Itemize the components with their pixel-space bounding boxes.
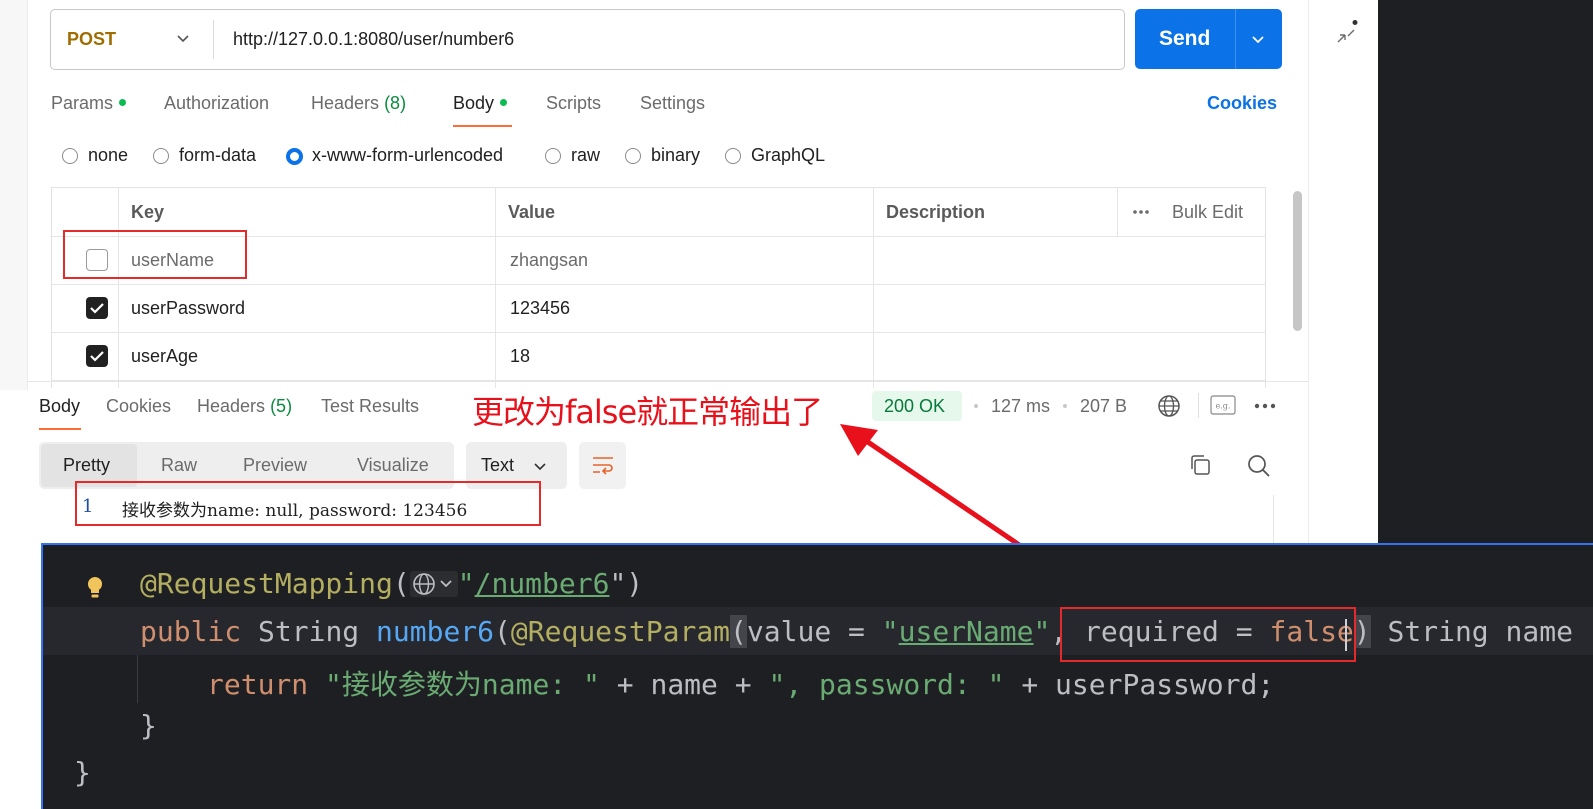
column-header-description: Description <box>886 202 986 222</box>
toolbar-divider <box>1198 393 1199 418</box>
row-value[interactable]: zhangsan <box>510 250 588 271</box>
response-tab-headers[interactable]: Headers (5) <box>197 396 292 417</box>
radio-none[interactable]: none <box>62 145 128 166</box>
response-tab-test-results[interactable]: Test Results <box>321 396 419 417</box>
wrap-lines-button[interactable] <box>579 442 626 489</box>
meta-separator <box>974 404 978 408</box>
row-divider <box>52 284 1265 285</box>
bulk-edit-button[interactable]: Bulk Edit <box>1172 202 1243 223</box>
tab-headers[interactable]: Headers (8) <box>311 93 406 114</box>
highlight-box-username <box>63 230 247 279</box>
radio-graphql[interactable]: GraphQL <box>725 145 825 166</box>
view-mode-pretty[interactable]: Pretty <box>63 455 110 476</box>
url-input[interactable]: http://127.0.0.1:8080/user/number6 <box>233 29 514 50</box>
radio-form-data[interactable]: form-data <box>153 145 256 166</box>
code-line-5[interactable]: } <box>74 756 91 789</box>
column-divider <box>118 188 119 388</box>
radio-icon[interactable] <box>62 148 78 164</box>
code-editor: @RequestMapping("/number6") public Strin… <box>41 543 1593 809</box>
tab-authorization[interactable]: Authorization <box>164 93 269 114</box>
url-divider <box>213 20 214 59</box>
globe-icon[interactable] <box>1157 394 1181 418</box>
code-line-4[interactable]: } <box>140 709 157 742</box>
code-line-3[interactable]: return "接收参数为name: " + name + ", passwor… <box>207 663 1274 703</box>
chevron-down-icon[interactable] <box>1249 30 1267 48</box>
view-mode-preview[interactable]: Preview <box>243 455 307 476</box>
row-value[interactable]: 123456 <box>510 298 570 319</box>
radio-binary[interactable]: binary <box>625 145 700 166</box>
collapse-icon[interactable] <box>1334 20 1360 46</box>
view-mode-raw[interactable]: Raw <box>161 455 197 476</box>
code-line-1[interactable]: @RequestMapping("/number6") <box>140 567 643 600</box>
meta-separator <box>1063 404 1067 408</box>
response-tab-cookies[interactable]: Cookies <box>106 396 171 417</box>
column-divider <box>873 188 874 388</box>
more-options-icon[interactable] <box>1254 403 1276 409</box>
radio-icon[interactable] <box>725 148 741 164</box>
active-tab-indicator <box>453 125 512 127</box>
cookies-link[interactable]: Cookies <box>1207 93 1277 114</box>
tab-scripts[interactable]: Scripts <box>546 93 601 114</box>
tab-body[interactable]: Body <box>453 93 508 114</box>
annotation-text: 更改为false就正常输出了 <box>472 393 823 431</box>
code-close: ") <box>609 567 644 600</box>
checkmark-icon <box>90 351 104 362</box>
radio-icon[interactable] <box>153 148 169 164</box>
view-mode-visualize[interactable]: Visualize <box>357 455 429 476</box>
checkmark-icon <box>90 303 104 314</box>
column-header-value: Value <box>508 202 556 222</box>
radio-x-www-form-urlencoded[interactable]: x-www-form-urlencoded <box>286 145 503 166</box>
left-gutter <box>0 0 28 390</box>
format-label: Text <box>481 455 515 475</box>
active-response-tab-indicator <box>39 428 81 430</box>
params-table: Key Value Description Bulk Edit userName… <box>51 187 1266 388</box>
right-toolbar <box>1308 0 1379 545</box>
radio-raw[interactable]: raw <box>545 145 600 166</box>
search-icon[interactable] <box>1246 453 1272 479</box>
method-select[interactable]: POST <box>67 29 116 50</box>
radio-selected-icon[interactable] <box>286 148 303 165</box>
chevron-down-icon <box>534 463 546 471</box>
column-divider <box>495 188 496 388</box>
tab-params[interactable]: Params <box>51 93 127 114</box>
example-icon[interactable]: e.g. <box>1210 395 1236 415</box>
row-value[interactable]: 18 <box>510 346 530 367</box>
send-button[interactable]: Send <box>1135 9 1282 69</box>
response-scroll-edge <box>1273 495 1274 543</box>
row-checkbox[interactable] <box>86 345 108 367</box>
highlight-box-required-false <box>1060 607 1356 662</box>
highlight-box-response <box>75 481 541 526</box>
copy-icon[interactable] <box>1188 453 1212 477</box>
chevron-down-icon[interactable] <box>175 30 191 46</box>
row-divider <box>52 332 1265 333</box>
row-key[interactable]: userPassword <box>131 298 245 319</box>
send-label: Send <box>1159 27 1211 50</box>
send-divider <box>1235 9 1236 69</box>
column-divider <box>1117 188 1118 236</box>
wrap-icon <box>593 457 613 475</box>
globe-dropdown-icon[interactable] <box>409 571 458 597</box>
vertical-scrollbar[interactable] <box>1293 191 1302 331</box>
code-line-2[interactable]: public String number6(@RequestParam(valu… <box>140 615 1573 648</box>
response-divider <box>27 381 1308 382</box>
tab-settings[interactable]: Settings <box>640 93 705 114</box>
lightbulb-icon[interactable] <box>85 575 105 601</box>
radio-icon[interactable] <box>625 148 641 164</box>
response-tab-body[interactable]: Body <box>39 396 80 417</box>
row-key[interactable]: userAge <box>131 346 198 367</box>
radio-icon[interactable] <box>545 148 561 164</box>
indent-guide <box>137 655 138 703</box>
editor-background <box>1378 0 1593 545</box>
column-header-key: Key <box>131 202 165 222</box>
more-options-icon[interactable] <box>1132 209 1150 215</box>
url-bar: POST http://127.0.0.1:8080/user/number6 <box>50 9 1125 70</box>
svg-text:e.g.: e.g. <box>1216 402 1231 411</box>
row-checkbox[interactable] <box>86 297 108 319</box>
